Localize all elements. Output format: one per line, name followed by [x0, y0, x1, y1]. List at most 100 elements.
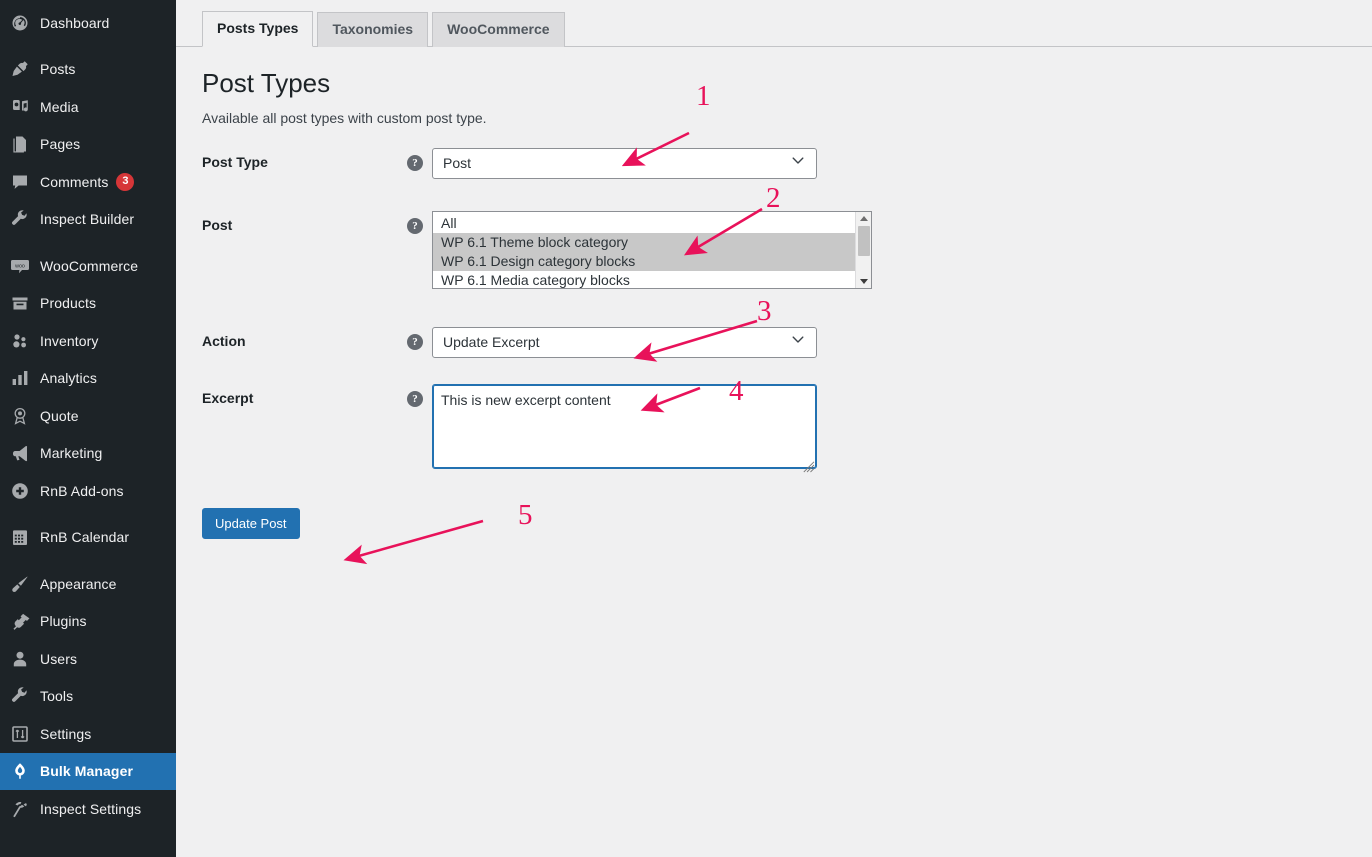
sidebar-item-label: Products — [40, 295, 97, 312]
sidebar-item-label: Inventory — [40, 332, 99, 349]
sidebar-item-label: Tools — [40, 688, 74, 705]
sidebar-item-label: Plugins — [40, 613, 87, 630]
page-title: Post Types — [202, 68, 331, 98]
user-icon — [10, 649, 40, 669]
sidebar-item-label: Comments — [40, 173, 109, 190]
sidebar-item-quote[interactable]: Quote — [0, 397, 176, 435]
tab-strip: Posts Types Taxonomies WooCommerce — [176, 0, 1372, 47]
main-content: Posts Types Taxonomies WooCommerce Post Ty… — [176, 0, 1372, 857]
listbox-option[interactable]: WP 6.1 Media category blocks — [433, 271, 855, 288]
tools-wrench-icon — [10, 686, 40, 706]
tab-label: WooCommerce — [447, 21, 550, 38]
action-select-value: Update Excerpt — [443, 334, 540, 351]
excerpt-help-icon[interactable]: ? — [407, 390, 423, 407]
plus-circle-icon — [10, 481, 40, 501]
sidebar-item-rnb-calendar[interactable]: RnB Calendar — [0, 519, 176, 557]
dashboard-icon — [10, 13, 40, 33]
svg-text:woo: woo — [15, 263, 25, 269]
post-multiselect-listbox[interactable]: All WP 6.1 Theme block category WP 6.1 Des… — [432, 210, 872, 289]
sidebar-item-pages[interactable]: Pages — [0, 126, 176, 164]
action-label: Action — [202, 332, 246, 349]
field-row-action: Action ? Update Excerpt — [176, 326, 1372, 358]
page-subtitle: Available all post types with custom pos… — [202, 109, 487, 126]
excerpt-field — [432, 383, 1372, 474]
chevron-down-icon — [790, 332, 806, 351]
sidebar-item-label: RnB Calendar — [40, 529, 130, 546]
sidebar-item-products[interactable]: Products — [0, 285, 176, 323]
sidebar-item-label: Appearance — [40, 575, 117, 592]
sidebar-item-bulk-manager[interactable]: Bulk Manager — [0, 752, 176, 790]
comments-count-badge: 3 — [116, 172, 135, 191]
sidebar-item-comments[interactable]: Comments 3 — [0, 163, 176, 201]
pages-icon — [10, 134, 40, 154]
field-row-post-type: Post Type ? Post — [176, 147, 1372, 179]
sidebar-item-dashboard[interactable]: Dashboard — [0, 4, 176, 42]
update-post-button[interactable]: Update Post — [202, 507, 300, 539]
sidebar-item-rnb-add-ons[interactable]: RnB Add-ons — [0, 472, 176, 510]
sidebar-item-plugins[interactable]: Plugins — [0, 603, 176, 641]
sidebar-item-inspect-settings[interactable]: Inspect Settings — [0, 790, 176, 828]
sidebar-item-label: Posts — [40, 61, 76, 78]
listbox-option[interactable]: WP 6.1 Theme block category — [433, 232, 855, 252]
sidebar-item-users[interactable]: Users — [0, 640, 176, 678]
tab-taxonomies[interactable]: Taxonomies — [317, 12, 429, 47]
wrench-icon — [10, 209, 40, 229]
excerpt-label: Excerpt — [202, 389, 254, 406]
page-header: Post Types Available all post types with… — [176, 47, 1372, 126]
sidebar-item-label: Media — [40, 98, 79, 115]
bulk-manager-icon — [10, 761, 40, 781]
field-row-excerpt: Excerpt ? — [176, 383, 1372, 474]
sidebar-item-tools[interactable]: Tools — [0, 678, 176, 716]
comment-icon — [10, 172, 40, 192]
listbox-option[interactable]: WP 6.1 Design category blocks — [433, 251, 855, 271]
admin-sidebar: Dashboard Posts Media Pages Comments 3 Inspect… — [0, 0, 176, 857]
products-icon — [10, 293, 40, 313]
sidebar-item-marketing[interactable]: Marketing — [0, 435, 176, 473]
sidebar-item-label: Quote — [40, 407, 79, 424]
sidebar-item-label: Pages — [40, 136, 81, 153]
action-select[interactable]: Update Excerpt — [432, 326, 817, 358]
sidebar-item-label: Settings — [40, 725, 92, 742]
sidebar-item-label: Inspect Settings — [40, 800, 142, 817]
post-type-select[interactable]: Post — [432, 147, 817, 179]
post-type-help-icon[interactable]: ? — [407, 154, 423, 171]
tab-posts-types[interactable]: Posts Types — [202, 11, 314, 47]
sidebar-item-label: Dashboard — [40, 14, 110, 31]
analytics-icon — [10, 368, 40, 388]
sidebar-item-label: Inspect Builder — [40, 211, 135, 228]
quote-ribbon-icon — [10, 406, 40, 426]
sidebar-item-settings[interactable]: Settings — [0, 715, 176, 753]
chevron-down-icon — [790, 153, 806, 172]
post-label: Post — [202, 216, 233, 233]
listbox-option[interactable]: All — [433, 214, 855, 233]
bulk-edit-form: Post Type ? Post Post ? All WP 6.1 Theme… — [176, 147, 1372, 539]
excerpt-textarea[interactable] — [432, 383, 817, 469]
settings-sliders-icon — [10, 724, 40, 744]
post-help-icon[interactable]: ? — [407, 217, 423, 234]
sidebar-item-analytics[interactable]: Analytics — [0, 360, 176, 398]
sidebar-item-posts[interactable]: Posts — [0, 51, 176, 89]
post-type-label: Post Type — [202, 153, 268, 170]
action-field: Update Excerpt — [432, 326, 1372, 358]
tab-label: Posts Types — [217, 20, 299, 37]
sidebar-item-appearance[interactable]: Appearance — [0, 565, 176, 603]
sidebar-item-label: Users — [40, 650, 78, 667]
sidebar-item-woocommerce[interactable]: woo WooCommerce — [0, 247, 176, 285]
sidebar-item-label: Bulk Manager — [40, 763, 133, 780]
listbox-scrollbar[interactable] — [855, 211, 871, 288]
post-type-select-value: Post — [443, 155, 472, 172]
scroll-up-arrow-icon[interactable] — [856, 212, 871, 225]
scroll-down-arrow-icon[interactable] — [856, 275, 871, 288]
sidebar-item-label: Analytics — [40, 370, 97, 387]
paintbrush-icon — [10, 574, 40, 594]
sidebar-item-media[interactable]: Media — [0, 88, 176, 126]
tab-woocommerce[interactable]: WooCommerce — [432, 12, 565, 47]
action-help-icon[interactable]: ? — [407, 333, 423, 350]
media-icon — [10, 97, 40, 117]
sidebar-item-label: WooCommerce — [40, 257, 139, 274]
field-row-post: Post ? All WP 6.1 Theme block category WP … — [176, 210, 1372, 289]
sidebar-item-inventory[interactable]: Inventory — [0, 322, 176, 360]
megaphone-icon — [10, 443, 40, 463]
sidebar-item-inspect-builder[interactable]: Inspect Builder — [0, 201, 176, 239]
scrollbar-thumb[interactable] — [858, 225, 870, 256]
